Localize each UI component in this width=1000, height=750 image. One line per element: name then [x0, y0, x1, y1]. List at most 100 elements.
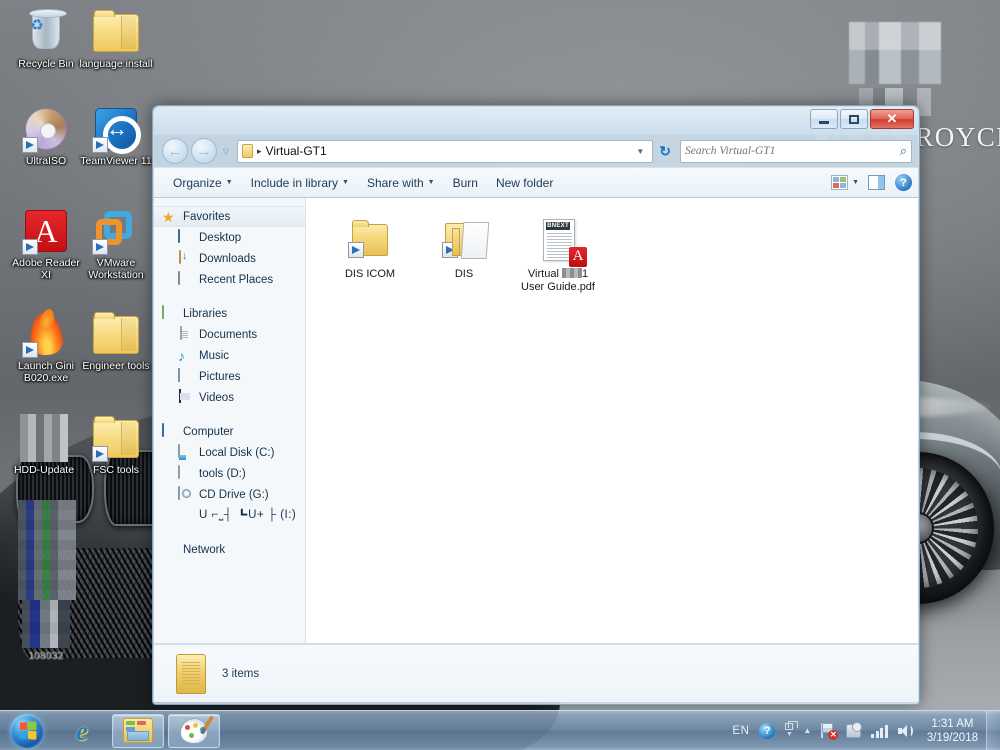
navigation-row[interactable]: ← → ▽ ▸ Virtual-GT1 ▼ ↻ ⌕ — [154, 135, 918, 167]
change-view-icon[interactable] — [831, 175, 849, 190]
navigation-pane[interactable]: ★ Favorites Desktop Downloads Recent Pla… — [154, 198, 306, 643]
taskbar-item-paint[interactable] — [168, 713, 220, 748]
change-view-dropdown-icon[interactable]: ▼ — [850, 179, 866, 186]
network-icon — [162, 542, 178, 558]
nav-item-pictures[interactable]: Pictures — [154, 366, 305, 387]
file-item-dis[interactable]: DIS — [420, 212, 508, 285]
tray-ime-toolbar[interactable]: ▼ — [780, 711, 799, 750]
desktop-icon-108032[interactable]: 108032 — [8, 600, 84, 663]
toolbar-new-folder-button[interactable]: New folder — [487, 172, 562, 194]
nav-item-local-disk-c[interactable]: Local Disk (C:) — [154, 442, 305, 463]
toolbar-organize-button[interactable]: Organize ▼ — [164, 172, 242, 194]
nav-item-favorites[interactable]: ★ Favorites — [154, 206, 305, 227]
folder-icon — [176, 653, 206, 694]
nav-item-videos[interactable]: Videos — [154, 387, 305, 408]
start-button[interactable] — [2, 712, 52, 750]
forward-button[interactable]: → — [191, 138, 217, 164]
nav-item-label: Local Disk (C:) — [199, 446, 275, 459]
usb-drive-icon — [178, 508, 194, 524]
notification-area[interactable]: EN ? ▼ ▲ ✕ 1:31 AM 3/19/2018 — [727, 710, 1000, 750]
back-button[interactable]: ← — [162, 138, 188, 164]
file-list-view[interactable]: DIS ICOM DIS BNEXT A Virtual 1 User Guid… — [306, 198, 918, 643]
nav-item-computer[interactable]: Computer — [154, 421, 305, 442]
preview-pane-icon[interactable] — [868, 175, 885, 190]
chevron-down-icon: ▼ — [342, 179, 349, 186]
nav-item-label: Desktop — [199, 231, 242, 244]
toolbar-label: New folder — [495, 175, 554, 190]
desktop-icon-hdd-update[interactable]: HDD-Update — [6, 414, 82, 477]
cd-drive-icon — [178, 485, 194, 503]
redacted-text-icon — [561, 268, 582, 278]
toolbar-include-in-library-button[interactable]: Include in library ▼ — [242, 172, 358, 194]
window-controls[interactable]: ✕ — [810, 109, 914, 129]
desktop-icon-label: Engineer tools — [82, 360, 150, 372]
flag-icon: ✕ — [821, 723, 839, 740]
nav-item-usb-drive-i[interactable]: U ⌐⎵┤ ┗U+ ├ (I:) — [154, 505, 305, 526]
nav-item-documents[interactable]: Documents — [154, 324, 305, 345]
tray-help-button[interactable]: ? — [754, 711, 780, 750]
desktop-icon-launch-gini[interactable]: Launch Gini B020.exe — [8, 310, 84, 384]
pictures-icon — [178, 367, 194, 385]
desktop-icon-label: Adobe Reader XI — [12, 257, 80, 281]
nav-group-spacer — [154, 408, 305, 421]
nav-item-desktop[interactable]: Desktop — [154, 227, 305, 248]
search-box[interactable]: ⌕ — [680, 139, 912, 163]
internet-explorer-icon: e — [76, 715, 88, 746]
nav-item-downloads[interactable]: Downloads — [154, 248, 305, 269]
desktop-icon-adobe-reader[interactable]: A Adobe Reader XI — [8, 207, 84, 281]
language-indicator[interactable]: EN — [727, 711, 754, 750]
taskbar[interactable]: e EN ? ▼ ▲ ✕ 1:31 AM 3/19/2018 — [0, 710, 1000, 750]
taskbar-item-windows-explorer[interactable] — [112, 713, 164, 748]
refresh-button[interactable]: ↻ — [656, 143, 674, 160]
toolbar-right-group[interactable]: ▼ ? — [831, 174, 912, 191]
show-hidden-icons-button[interactable]: ▲ — [798, 711, 816, 750]
close-button[interactable]: ✕ — [870, 109, 914, 129]
search-icon[interactable]: ⌕ — [900, 143, 907, 159]
redacted-icon — [22, 600, 70, 648]
file-item-dis-icom[interactable]: DIS ICOM — [326, 212, 414, 285]
desktop-icon-engineer-tools[interactable]: Engineer tools — [78, 310, 154, 373]
nav-item-cd-drive-g[interactable]: CD Drive (G:) — [154, 484, 305, 505]
nav-item-music[interactable]: ♪ Music — [154, 345, 305, 366]
taskbar-item-internet-explorer[interactable]: e — [56, 714, 108, 748]
documents-icon — [178, 325, 194, 343]
help-icon[interactable]: ? — [895, 174, 912, 191]
file-item-label: DIS — [454, 268, 474, 280]
details-pane: 3 items — [154, 644, 918, 702]
network-status-button[interactable] — [841, 711, 866, 750]
explorer-body: ★ Favorites Desktop Downloads Recent Pla… — [154, 198, 918, 644]
refresh-icon: ↻ — [659, 142, 671, 159]
minimize-button[interactable] — [810, 109, 838, 129]
nav-item-recent-places[interactable]: Recent Places — [154, 269, 305, 290]
clock[interactable]: 1:31 AM 3/19/2018 — [919, 717, 986, 745]
nav-item-tools-d[interactable]: tools (D:) — [154, 463, 305, 484]
desktop-icon-vmware[interactable]: VMware Workstation — [78, 207, 154, 281]
nav-item-network[interactable]: Network — [154, 539, 305, 560]
signal-strength-button[interactable] — [866, 711, 893, 750]
nav-item-libraries[interactable]: Libraries — [154, 303, 305, 324]
desktop-icon-teamviewer[interactable]: TeamViewer 11 — [78, 105, 154, 168]
address-dropdown-icon[interactable]: ▼ — [630, 147, 650, 156]
windows-explorer-window[interactable]: ✕ ← → ▽ ▸ Virtual-GT1 ▼ ↻ Search Virtual… — [152, 105, 920, 705]
desktop-icon-recycle-bin[interactable]: ♻ Recycle Bin — [8, 8, 84, 71]
breadcrumb-current[interactable]: Virtual-GT1 — [266, 144, 327, 158]
command-toolbar[interactable]: Organize ▼ Include in library ▼ Share wi… — [154, 167, 918, 198]
volume-button[interactable] — [893, 711, 919, 750]
desktop-icon-ultraiso[interactable]: UltraISO — [8, 105, 84, 168]
desktop[interactable]: ROLLS ROYCE ♻ Recycle Bin language insta… — [0, 0, 1000, 750]
desktop-icon-language-install[interactable]: language install — [78, 8, 154, 71]
nav-item-label: Videos — [199, 391, 234, 404]
action-center-button[interactable]: ✕ — [816, 711, 841, 750]
recent-pages-dropdown[interactable]: ▽ — [220, 147, 232, 156]
desktop-icon-fsc-tools[interactable]: FSC tools — [78, 414, 154, 477]
toolbar-burn-button[interactable]: Burn — [444, 172, 487, 194]
pdf-header-text: BNEXT — [546, 222, 570, 230]
address-bar[interactable]: ▸ Virtual-GT1 ▼ — [237, 139, 654, 163]
toolbar-share-with-button[interactable]: Share with ▼ — [358, 172, 444, 194]
show-desktop-button[interactable] — [986, 710, 1000, 750]
file-item-virtual-gt1-user-guide-pdf[interactable]: BNEXT A Virtual 1 User Guide.pdf — [514, 212, 602, 298]
search-input[interactable] — [685, 145, 900, 157]
nav-item-label: Downloads — [199, 252, 256, 265]
restore-button[interactable] — [840, 109, 868, 129]
window-titlebar[interactable]: ✕ — [154, 107, 918, 135]
